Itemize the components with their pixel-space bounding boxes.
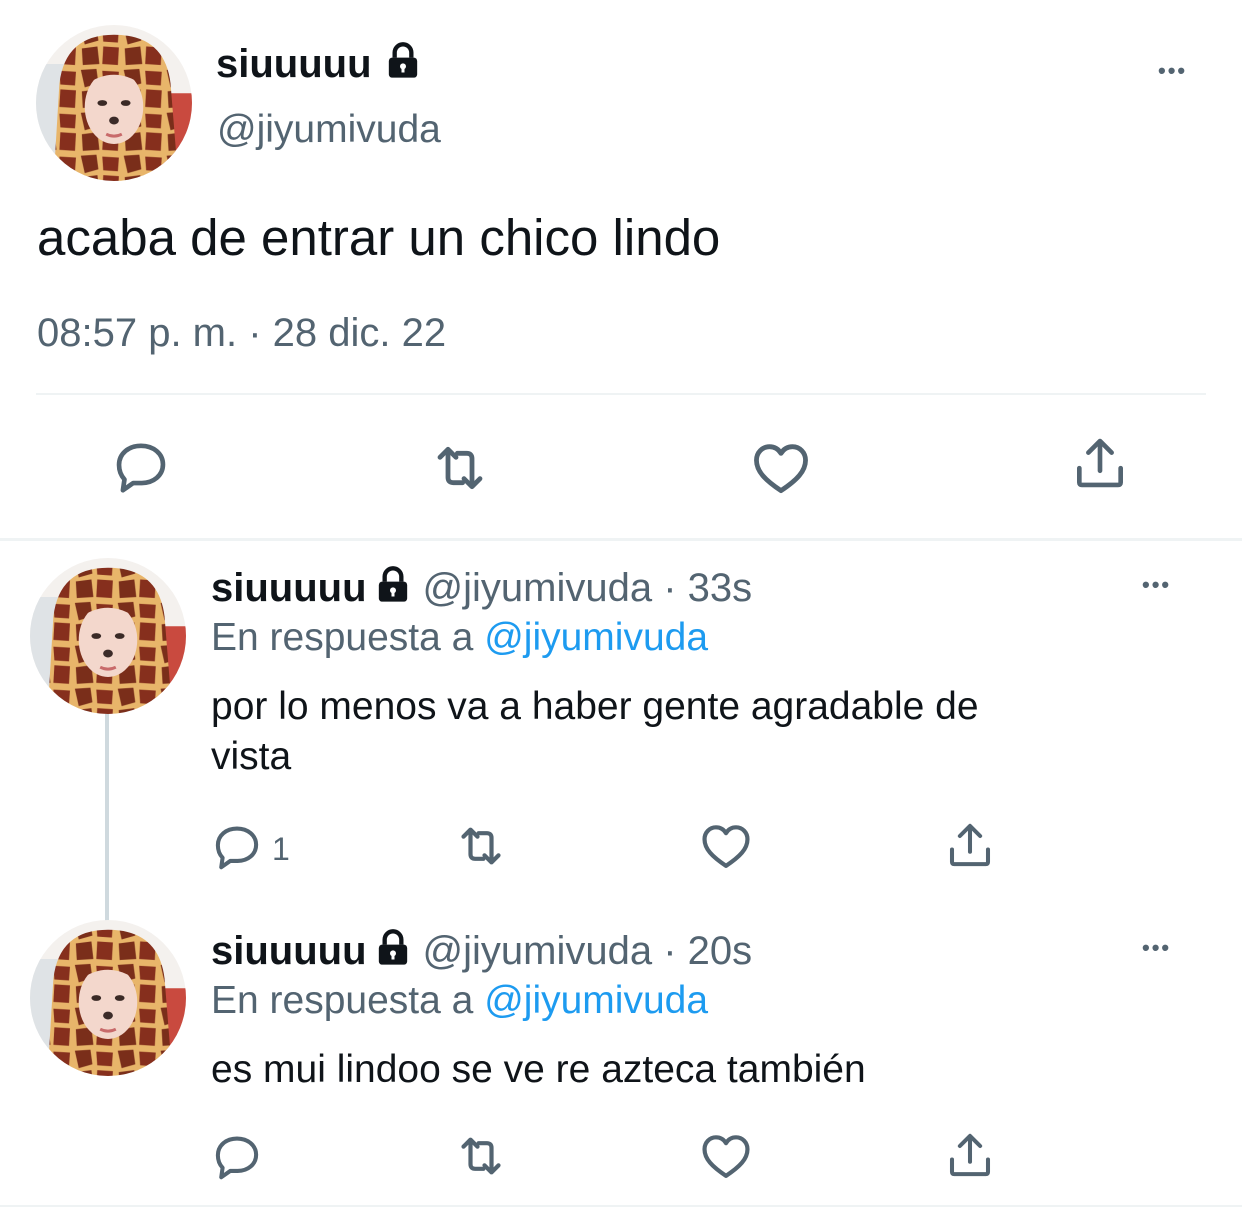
- bottom-divider: [0, 1205, 1242, 1207]
- speech-bubble-icon: [210, 820, 264, 874]
- display-name[interactable]: siuuuuu: [211, 929, 367, 973]
- handle[interactable]: @jiyumivuda: [423, 566, 653, 610]
- speech-bubble-icon: [110, 436, 172, 498]
- handle[interactable]: @jiyumivuda: [217, 106, 441, 154]
- reply-text-line: vista: [211, 735, 292, 778]
- share-icon: [943, 1128, 997, 1182]
- mention-link[interactable]: @jiyumivuda: [484, 616, 708, 659]
- heart-icon: [698, 818, 754, 874]
- share-button[interactable]: [943, 818, 997, 872]
- retweet-button[interactable]: [453, 818, 509, 874]
- reply-context: En respuesta a @jiyumivuda: [211, 614, 708, 662]
- reply-text-line: es mui lindoo se ve re azteca también: [211, 1048, 866, 1091]
- share-button[interactable]: [943, 1128, 997, 1182]
- reply-time[interactable]: · 20s: [663, 929, 752, 973]
- like-button[interactable]: [698, 1128, 754, 1184]
- more-options-icon[interactable]: •••: [1142, 933, 1171, 963]
- more-options-icon[interactable]: •••: [1158, 56, 1187, 86]
- retweet-icon: [453, 1128, 509, 1184]
- reply-header: siuuuuu @jiyumivuda · 33s: [211, 564, 752, 612]
- lock-icon: [367, 927, 423, 975]
- reply-button[interactable]: [110, 436, 172, 498]
- display-name-text[interactable]: siuuuuu: [216, 42, 372, 86]
- reply-time[interactable]: · 33s: [663, 566, 752, 610]
- retweet-icon: [428, 436, 492, 500]
- like-button[interactable]: [749, 436, 813, 500]
- share-icon: [943, 818, 997, 872]
- share-icon: [1069, 432, 1131, 494]
- reply-header: siuuuuu @jiyumivuda · 20s: [211, 927, 752, 975]
- share-button[interactable]: [1069, 432, 1131, 494]
- reply-text-line: por lo menos va a haber gente agradable …: [211, 685, 979, 728]
- display-name[interactable]: siuuuuu: [216, 40, 423, 88]
- heart-icon: [749, 436, 813, 500]
- reply-count: 1: [272, 831, 290, 867]
- reply-prefix: En respuesta a: [211, 616, 474, 659]
- retweet-button[interactable]: [428, 436, 492, 500]
- thread-line: [105, 712, 109, 922]
- heart-icon: [698, 1128, 754, 1184]
- lock-icon: [383, 40, 423, 88]
- reply-prefix: En respuesta a: [211, 979, 474, 1022]
- avatar[interactable]: [30, 920, 186, 1076]
- reply-button[interactable]: [210, 1130, 264, 1184]
- divider: [36, 393, 1206, 395]
- tweet-text: acaba de entrar un chico lindo: [37, 209, 721, 266]
- more-options-icon[interactable]: •••: [1142, 570, 1171, 600]
- speech-bubble-icon: [210, 1130, 264, 1184]
- avatar[interactable]: [36, 25, 192, 181]
- lock-icon: [367, 564, 423, 612]
- section-divider: [0, 538, 1242, 541]
- retweet-icon: [453, 818, 509, 874]
- mention-link[interactable]: @jiyumivuda: [484, 979, 708, 1022]
- like-button[interactable]: [698, 818, 754, 874]
- tweet-timestamp[interactable]: 08:57 p. m. · 28 dic. 22: [37, 308, 446, 358]
- reply-button[interactable]: [210, 820, 264, 874]
- avatar[interactable]: [30, 558, 186, 714]
- display-name[interactable]: siuuuuu: [211, 566, 367, 610]
- handle[interactable]: @jiyumivuda: [423, 929, 653, 973]
- retweet-button[interactable]: [453, 1128, 509, 1184]
- reply-context: En respuesta a @jiyumivuda: [211, 977, 708, 1025]
